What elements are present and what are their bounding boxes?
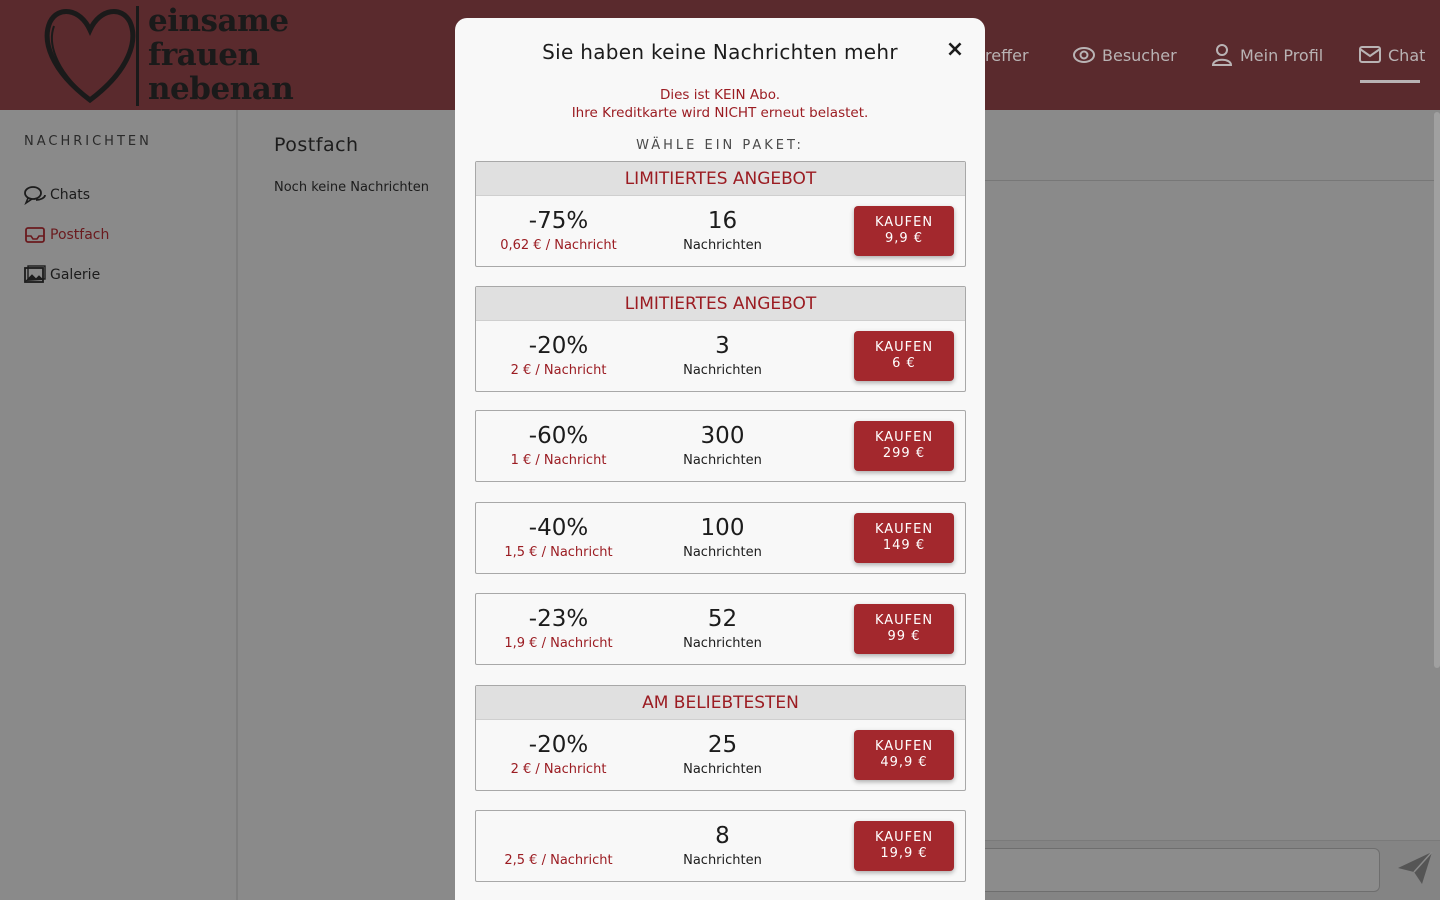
package-message-count: 8: [715, 823, 730, 849]
content-divider: [985, 180, 1440, 181]
package-discount: -23%: [528, 606, 589, 632]
send-icon[interactable]: [1396, 850, 1434, 886]
choose-package-label: WÄHLE EIN PAKET:: [636, 138, 804, 153]
nav-active-indicator: [1360, 80, 1420, 83]
nav-chat-label: Chat: [1388, 45, 1426, 65]
sidebar-item-postfach[interactable]: Postfach: [24, 225, 109, 245]
scrollbar[interactable]: [1434, 112, 1440, 668]
package-count-label: Nachrichten: [683, 363, 762, 378]
package-header: LIMITIERTES ANGEBOT: [476, 162, 965, 196]
nav-treffer[interactable]: reffer: [985, 42, 1029, 68]
package-discount: -60%: [528, 423, 589, 449]
buy-button[interactable]: KAUFEN 299 €: [854, 421, 954, 471]
package-discount: -40%: [528, 515, 589, 541]
package-discount: -20%: [528, 333, 589, 359]
nav-besucher[interactable]: Besucher: [1072, 42, 1177, 68]
nav-chat[interactable]: Chat: [1358, 42, 1425, 68]
package-card: -23% 1,9 € / Nachricht 52 Nachrichten KA…: [475, 593, 966, 665]
modal-title: Sie haben keine Nachrichten mehr: [542, 40, 898, 64]
package-unit-price: 1 € / Nachricht: [510, 453, 607, 468]
nav-besucher-label: Besucher: [1102, 45, 1177, 65]
package-unit-price: 1,5 € / Nachricht: [504, 545, 613, 560]
sidebar-item-postfach-label: Postfach: [50, 227, 110, 243]
heart-logo-icon: [44, 9, 136, 104]
package-count-label: Nachrichten: [683, 238, 762, 253]
package-count-label: Nachrichten: [683, 453, 762, 468]
page-title: Postfach: [274, 134, 359, 156]
buy-button[interactable]: KAUFEN 9,9 €: [854, 206, 954, 256]
user-icon: [1211, 44, 1233, 66]
sidebar-item-chats[interactable]: Chats: [24, 185, 90, 205]
buy-button[interactable]: KAUFEN 49,9 €: [854, 730, 954, 780]
logo-text: einsame frauen nebenan: [148, 3, 294, 107]
chats-icon: [24, 186, 46, 205]
notice-line-1: Dies ist KEIN Abo.: [659, 87, 781, 103]
close-icon[interactable]: ×: [944, 38, 966, 62]
nav-profil[interactable]: Mein Profil: [1210, 42, 1323, 68]
package-message-count: 25: [707, 732, 738, 758]
package-count-label: Nachrichten: [683, 545, 762, 560]
package-card: AM BELIEBTESTEN -20% 2 € / Nachricht 25 …: [475, 685, 966, 791]
message-input[interactable]: [985, 848, 1380, 892]
purchase-modal: Sie haben keine Nachrichten mehr × Dies …: [455, 18, 985, 900]
buy-button[interactable]: KAUFEN 19,9 €: [854, 821, 954, 871]
eye-icon: [1073, 47, 1095, 63]
package-unit-price: 0,62 € / Nachricht: [500, 238, 617, 253]
nav-treffer-label: reffer: [985, 45, 1029, 65]
package-discount: -20%: [528, 732, 589, 758]
package-message-count: 100: [700, 515, 745, 541]
package-message-count: 16: [707, 208, 738, 234]
package-count-label: Nachrichten: [683, 636, 762, 651]
package-card: 2,5 € / Nachricht 8 Nachrichten KAUFEN 1…: [475, 810, 966, 882]
package-discount: -75%: [528, 208, 589, 234]
package-unit-price: 2 € / Nachricht: [510, 762, 607, 777]
package-count-label: Nachrichten: [683, 853, 762, 868]
package-card: -40% 1,5 € / Nachricht 100 Nachrichten K…: [475, 502, 966, 574]
sidebar-item-galerie-label: Galerie: [50, 267, 101, 283]
buy-button[interactable]: KAUFEN 6 €: [854, 331, 954, 381]
nav-profil-label: Mein Profil: [1240, 45, 1324, 65]
package-header: AM BELIEBTESTEN: [476, 686, 965, 720]
envelope-icon: [1359, 46, 1381, 63]
gallery-icon: [24, 265, 46, 283]
package-message-count: 300: [700, 423, 745, 449]
package-unit-price: 2,5 € / Nachricht: [504, 853, 613, 868]
package-card: LIMITIERTES ANGEBOT -20% 2 € / Nachricht…: [475, 286, 966, 392]
modal-notice: Dies ist KEIN Abo. Ihre Kreditkarte wird…: [455, 86, 985, 122]
site-logo[interactable]: einsame frauen nebenan: [40, 0, 310, 110]
sidebar-item-galerie[interactable]: Galerie: [24, 265, 100, 285]
package-message-count: 3: [715, 333, 730, 359]
logo-divider: [136, 6, 139, 106]
package-count-label: Nachrichten: [683, 762, 762, 777]
package-message-count: 52: [707, 606, 738, 632]
package-card: LIMITIERTES ANGEBOT -75% 0,62 € / Nachri…: [475, 161, 966, 267]
sidebar-title: NACHRICHTEN: [24, 134, 152, 149]
package-unit-price: 2 € / Nachricht: [510, 363, 607, 378]
empty-state-text: Noch keine Nachrichten: [274, 180, 429, 195]
package-header: LIMITIERTES ANGEBOT: [476, 287, 965, 321]
package-unit-price: 1,9 € / Nachricht: [504, 636, 613, 651]
inbox-icon: [25, 227, 45, 243]
buy-button[interactable]: KAUFEN 99 €: [854, 604, 954, 654]
package-card: -60% 1 € / Nachricht 300 Nachrichten KAU…: [475, 410, 966, 482]
notice-line-2: Ihre Kreditkarte wird NICHT erneut belas…: [571, 105, 869, 121]
sidebar-item-chats-label: Chats: [50, 187, 91, 203]
buy-button[interactable]: KAUFEN 149 €: [854, 513, 954, 563]
sidebar: NACHRICHTEN Chats Postfach Galerie: [0, 110, 238, 900]
